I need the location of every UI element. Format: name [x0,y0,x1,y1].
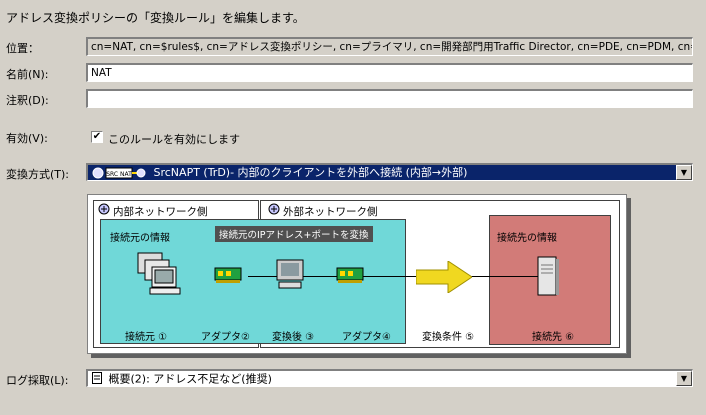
destination-info-label: 接続先の情報 [497,233,557,244]
network-adapter-icon [336,266,364,287]
client-computers-icon [136,251,182,300]
conversion-method-value: SrcNAPT (TrD)- 内部のクライアントを外部へ接続 (内部→外部) [153,166,468,179]
adapter4-label: アダプタ④ [342,332,391,343]
source-label: 接続元 ① [125,332,168,343]
external-network-title: 外部ネットワーク側 [283,206,378,218]
src-nat-icon: SRC NAT [92,167,146,179]
arrow-right-icon [415,260,473,296]
dropdown-arrow-icon[interactable]: ▼ [676,371,692,386]
name-field[interactable]: NAT [86,63,693,82]
internal-network-title: 内部ネットワーク側 [113,206,208,218]
conversion-method-label: 変換方式(T): [6,168,70,181]
enable-rule-checkbox-label[interactable]: このルールを有効にします [108,131,240,147]
enabled-label: 有効(V): [6,132,48,145]
adapter2-label: アダプタ② [201,332,250,343]
log-level-value: 概要(2): アドレス不足など(推奨) [108,372,272,386]
document-icon [92,372,102,386]
nat-diagram: 内部ネットワーク側 外部ネットワーク側 接続元の情報 接続元のIPアドレス+ポー… [87,194,627,354]
location-label: 位置： [6,42,39,55]
destination-label: 接続先 ⑥ [532,332,575,343]
source-info-label: 接続元の情報 [110,233,170,244]
svg-text:SRC NAT: SRC NAT [106,171,132,178]
computer-icon [276,259,304,292]
network-icon [268,203,280,218]
condition-label: 変換条件 ⑤ [422,332,475,343]
enable-rule-checkbox[interactable]: ✔ [91,131,103,143]
conversion-method-select[interactable]: SRC NAT SrcNAPT (TrD)- 内部のクライアントを外部へ接続 (… [86,163,693,181]
server-icon [536,255,560,300]
log-label: ログ採取(L): [6,374,69,387]
conversion-tooltip: 接続元のIPアドレス+ポートを変換 [215,226,373,242]
name-label: 名前(N): [6,68,49,81]
after-conversion-label: 変換後 ③ [272,332,315,343]
network-icon [98,203,110,218]
location-field[interactable]: cn=NAT, cn=$rules$, cn=アドレス変換ポリシー, cn=プラ… [86,37,693,56]
page-header: アドレス変換ポリシーの「変換ルール」を編集します。 [6,11,305,25]
network-adapter-icon [214,266,242,287]
log-level-select[interactable]: 概要(2): アドレス不足など(推奨) ▼ [86,369,693,387]
dropdown-arrow-icon[interactable]: ▼ [676,165,692,180]
comment-label: 注釈(D): [6,94,49,107]
comment-field[interactable] [86,89,693,108]
